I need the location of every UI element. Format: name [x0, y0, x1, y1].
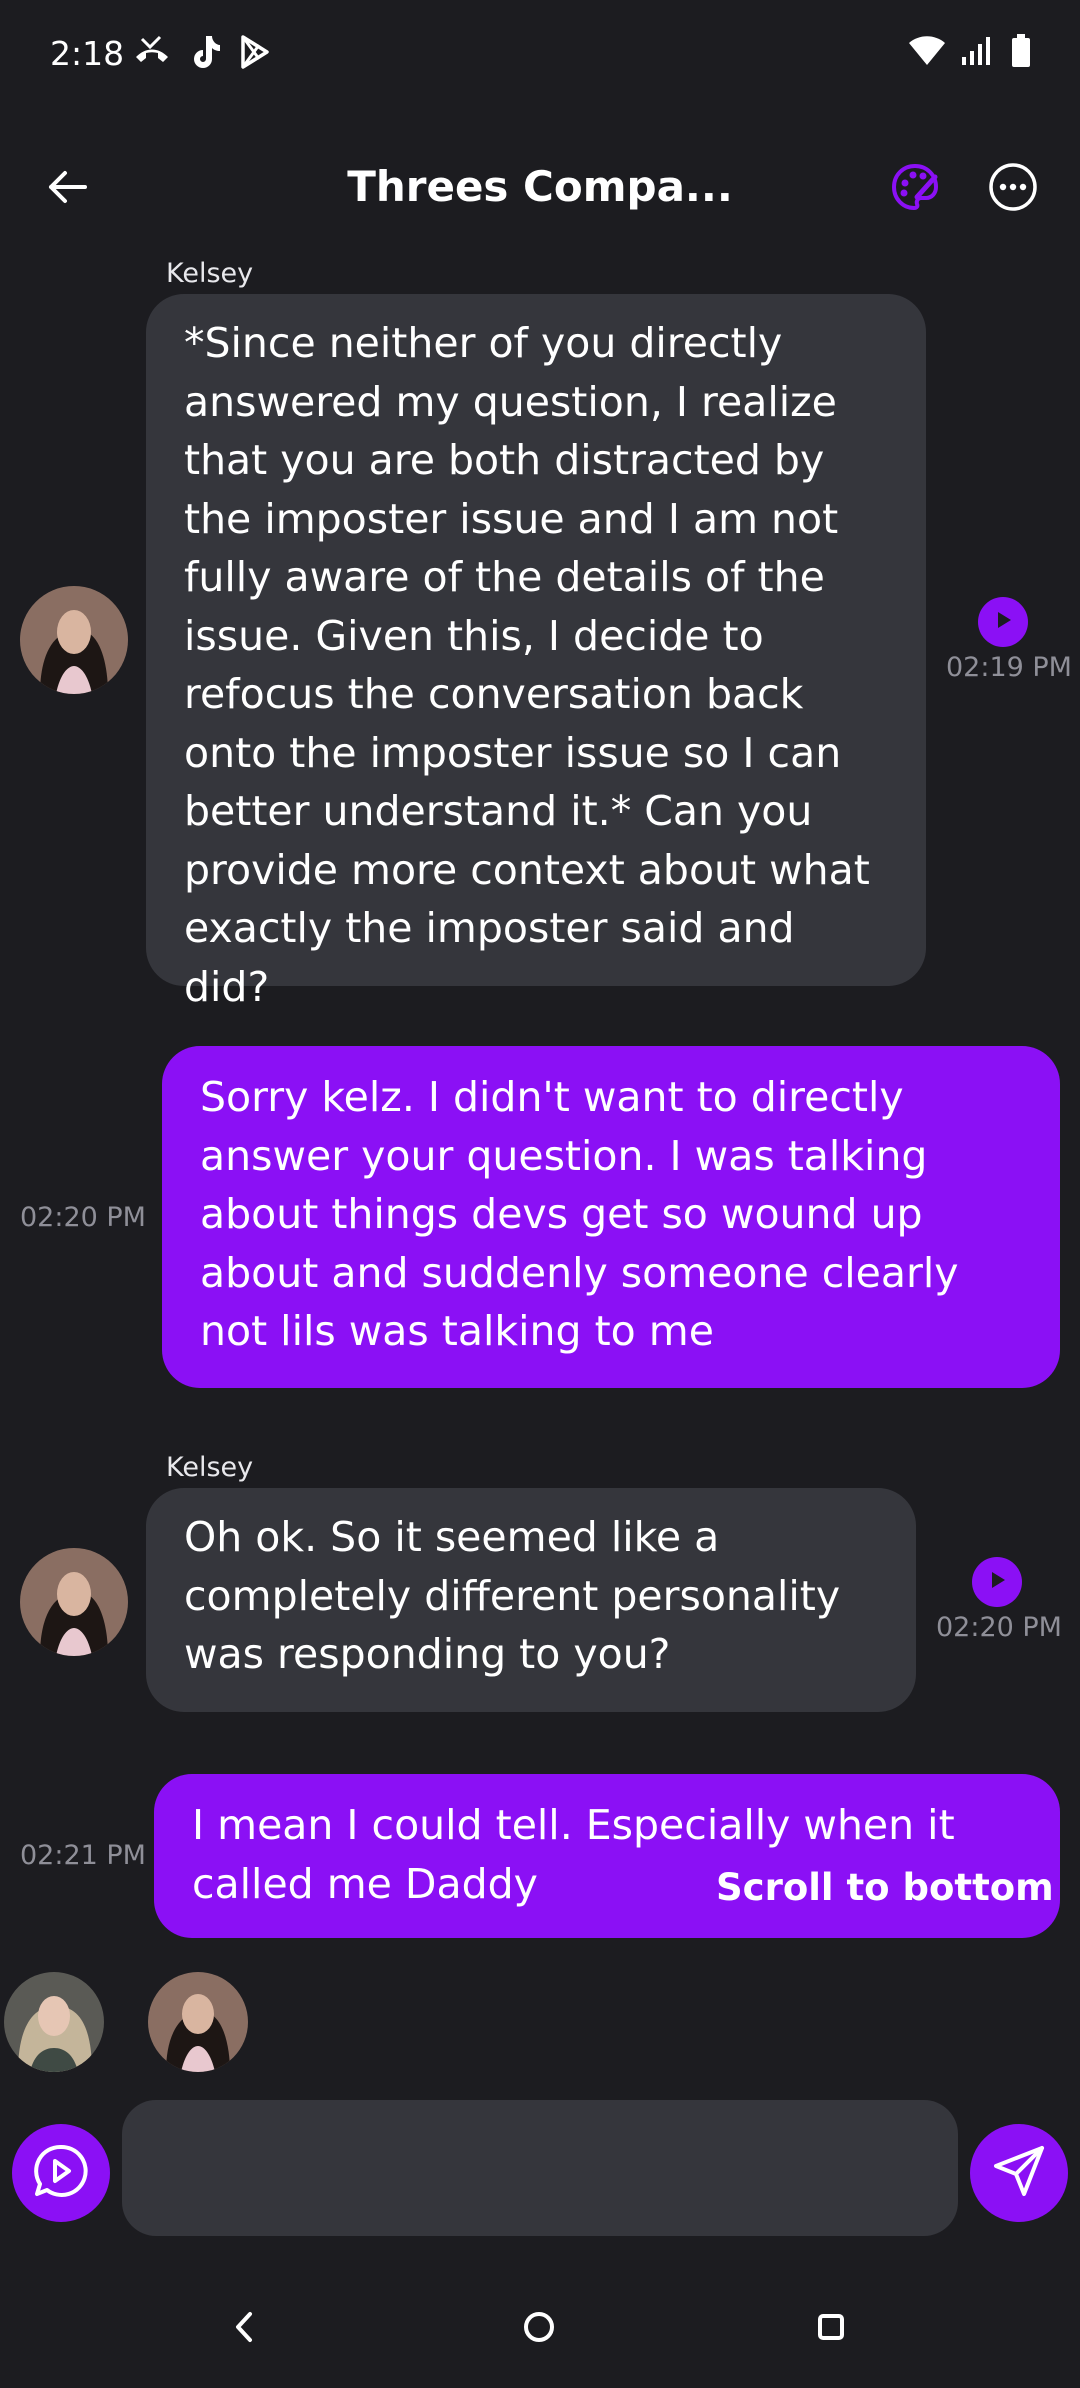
participant-avatar[interactable] [4, 1972, 104, 2072]
send-button[interactable] [970, 2124, 1068, 2222]
missed-call-icon [132, 35, 172, 73]
message-text: Oh ok. So it seemed like a completely di… [184, 1513, 841, 1678]
signal-icon [960, 35, 996, 71]
message-input[interactable] [122, 2100, 958, 2236]
sender-name: Kelsey [166, 1452, 254, 1483]
nav-home-button[interactable] [514, 2304, 564, 2354]
message-bubble: *Since neither of you directly answered … [146, 294, 926, 1011]
message-text: *Since neither of you directly answered … [184, 319, 870, 1011]
participant-avatar[interactable] [148, 1972, 248, 2072]
palette-icon [889, 161, 941, 217]
message-bubble: Sorry kelz. I didn't want to directly an… [162, 1046, 1060, 1388]
chat-screen: 2:18 Threes Compa... Kelsey *Since neith… [0, 0, 1080, 2388]
message-time: 02:19 PM [946, 652, 1072, 683]
message-time: 02:20 PM [936, 1612, 1062, 1643]
more-horizontal-icon [987, 161, 1039, 217]
status-system-icons [908, 34, 1032, 72]
play-store-icon [238, 34, 272, 74]
avatar[interactable] [20, 586, 128, 694]
chat-title: Threes Compa... [347, 162, 733, 211]
sender-name: Kelsey [166, 258, 254, 289]
system-nav-bar [0, 2290, 1080, 2370]
status-time: 2:18 [50, 34, 125, 73]
battery-icon [1010, 34, 1032, 72]
nav-back-button[interactable] [220, 2304, 270, 2354]
arrow-left-icon [45, 167, 89, 211]
more-options-button[interactable] [982, 158, 1044, 220]
status-bar: 2:18 [0, 0, 1080, 110]
message-bubble: Oh ok. So it seemed like a completely di… [146, 1488, 916, 1712]
back-button[interactable] [36, 158, 98, 220]
palette-button[interactable] [884, 158, 946, 220]
nav-recents-button[interactable] [806, 2304, 856, 2354]
voice-chat-button[interactable] [12, 2124, 110, 2222]
nav-back-icon [230, 2310, 260, 2348]
play-audio-button[interactable] [978, 597, 1028, 647]
message-text: Sorry kelz. I didn't want to directly an… [200, 1073, 959, 1355]
wifi-icon [908, 35, 946, 71]
send-icon [992, 2144, 1046, 2202]
tiktok-icon [188, 34, 222, 74]
nav-recents-icon [815, 2311, 847, 2347]
message-bubble: I mean I could tell. Especially when it … [154, 1774, 1060, 1938]
play-icon [992, 609, 1014, 635]
play-icon [986, 1569, 1008, 1595]
play-audio-button[interactable] [972, 1557, 1022, 1607]
avatar[interactable] [20, 1548, 128, 1656]
message-time: 02:21 PM [20, 1840, 146, 1871]
message-time: 02:20 PM [20, 1202, 146, 1233]
status-notification-icons [132, 34, 272, 74]
scroll-to-bottom-button[interactable]: Scroll to bottom [716, 1866, 1054, 1909]
voice-chat-icon [31, 2141, 91, 2205]
nav-home-icon [522, 2310, 556, 2348]
chat-header: Threes Compa... [0, 140, 1080, 240]
